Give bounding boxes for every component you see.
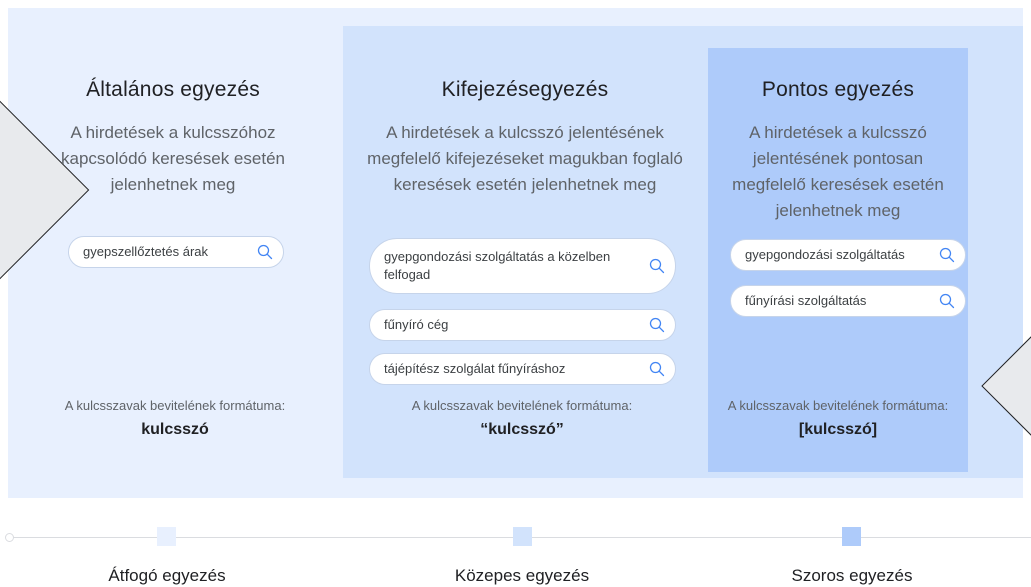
search-icon — [257, 244, 273, 260]
search-query-text: fűnyíró cég — [384, 317, 449, 332]
phrase-match-column: Kifejezésegyezés A hirdetések a kulcsszó… — [360, 78, 690, 198]
format-label: A kulcsszavak bevitelének formátuma: — [64, 398, 286, 413]
search-icon — [649, 317, 665, 333]
search-query-pill: gyepgondozási szolgáltatás — [730, 239, 966, 271]
exact-match-description: A hirdetések a kulcsszó jelentésének pon… — [732, 123, 944, 220]
search-icon — [649, 361, 665, 377]
search-icon — [649, 258, 665, 274]
search-query-text: gyepszellőztetés árak — [83, 244, 209, 259]
scale-start-dot — [5, 533, 14, 542]
phrase-match-title: Kifejezésegyezés — [441, 78, 609, 101]
search-query-pill: gyepgondozási szolgáltatás a közelben fe… — [369, 238, 676, 294]
search-query-pill: fűnyíró cég — [369, 309, 676, 341]
exact-match-format: A kulcsszavak bevitelének formátuma: [ku… — [716, 398, 960, 439]
broad-match-column: Általános egyezés A hirdetések a kulcssz… — [48, 78, 298, 198]
broad-match-format: A kulcsszavak bevitelének formátuma: kul… — [30, 398, 320, 439]
scale-marker-broad — [157, 527, 176, 546]
format-value: kulcsszó — [141, 421, 209, 438]
search-query-text: gyepgondozási szolgáltatás a közelben fe… — [384, 249, 611, 282]
format-label: A kulcsszavak bevitelének formátuma: — [411, 398, 633, 413]
format-value: [kulcsszó] — [798, 421, 878, 438]
scale-label-exact: Szoros egyezés — [791, 566, 913, 585]
broad-match-title: Általános egyezés — [86, 78, 260, 101]
exact-match-title: Pontos egyezés — [761, 78, 915, 101]
format-value: “kulcsszó” — [480, 421, 564, 438]
exact-match-column: Pontos egyezés A hirdetések a kulcsszó j… — [716, 78, 960, 224]
phrase-match-format: A kulcsszavak bevitelének formátuma: “ku… — [367, 398, 677, 439]
search-icon — [939, 247, 955, 263]
search-query-text: gyepgondozási szolgáltatás — [745, 247, 905, 262]
scale-label-broad: Átfogó egyezés — [108, 566, 226, 585]
phrase-match-description: A hirdetések a kulcsszó jelentésének meg… — [367, 123, 683, 194]
scale-label-phrase: Közepes egyezés — [454, 566, 590, 585]
search-query-pill: gyepszellőztetés árak — [68, 236, 284, 268]
broad-match-description: A hirdetések a kulcsszóhoz kapcsolódó ke… — [61, 123, 285, 194]
scale-marker-exact — [842, 527, 861, 546]
search-query-pill: fűnyírási szolgáltatás — [730, 285, 966, 317]
scale-marker-phrase — [513, 527, 532, 546]
format-label: A kulcsszavak bevitelének formátuma: — [727, 398, 949, 413]
search-query-pill: tájépítész szolgálat fűnyíráshoz — [369, 353, 676, 385]
search-icon — [939, 293, 955, 309]
search-query-text: fűnyírási szolgáltatás — [745, 293, 867, 308]
search-query-text: tájépítész szolgálat fűnyíráshoz — [384, 361, 566, 376]
